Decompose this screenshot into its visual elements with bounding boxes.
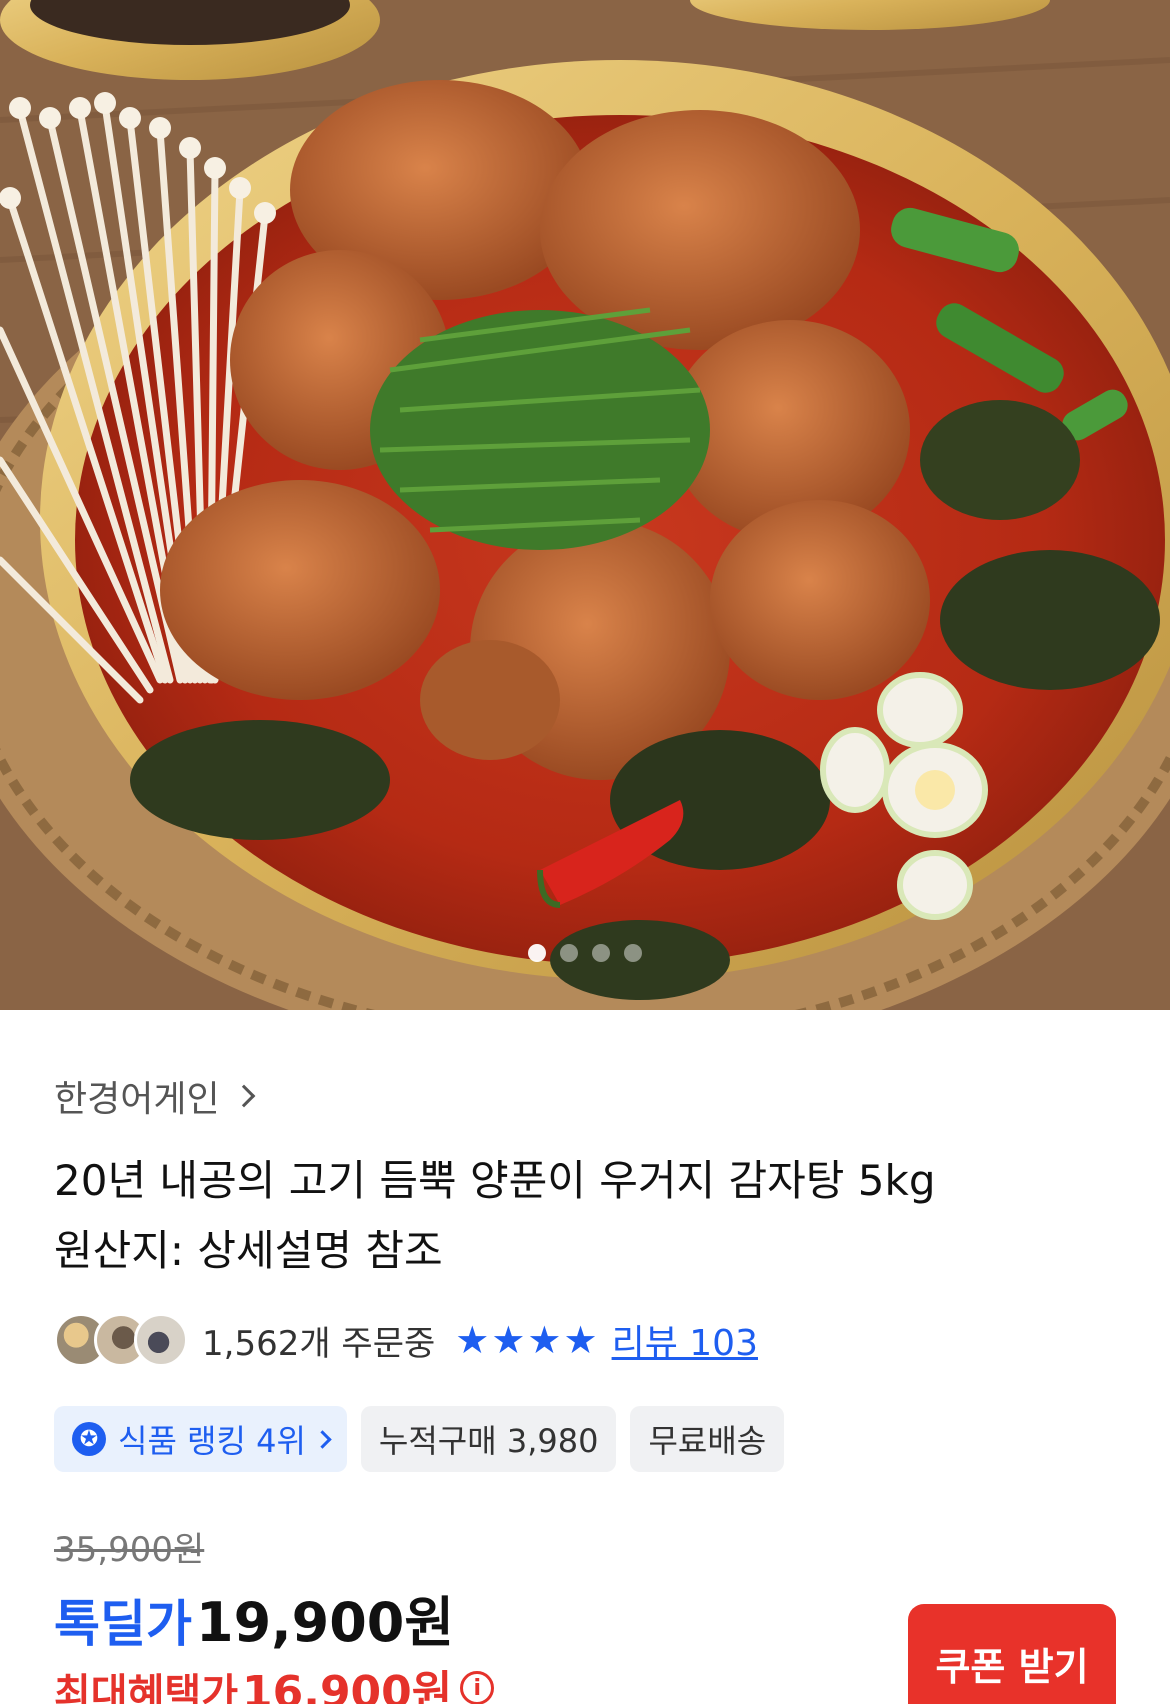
ranking-chip-label: 식품 랭킹 4위 (118, 1422, 306, 1460)
free-shipping-label: 무료배송 (648, 1422, 767, 1460)
max-benefit-label: 최대혜택가 (54, 1671, 238, 1704)
order-count: 1,562개 주문중 (202, 1323, 436, 1364)
star-icon: ★ (527, 1318, 562, 1362)
product-origin-line: 원산지: 상세설명 참조 (54, 1226, 443, 1275)
ranking-chip[interactable]: ✪ 식품 랭킹 4위 (54, 1406, 347, 1472)
product-title: 20년 내공의 고기 듬뿍 양푼이 우거지 감자탕 5kg 원산지: 상세설명 … (54, 1146, 1114, 1286)
product-info-panel: 한경어게인 20년 내공의 고기 듬뿍 양푼이 우거지 감자탕 5kg 원산지:… (0, 1010, 1170, 1704)
star-icon: ★ (455, 1318, 490, 1362)
ranking-badge-icon: ✪ (72, 1422, 106, 1456)
avatar (134, 1313, 188, 1367)
free-shipping-chip: 무료배송 (630, 1406, 785, 1472)
chevron-right-icon (313, 1429, 332, 1449)
carousel-dot[interactable] (560, 944, 578, 962)
social-proof-row: 1,562개 주문중 ★ ★ ★ ★ 리뷰 103 (54, 1310, 758, 1370)
cumulative-purchase-label: 누적구매 3,980 (378, 1422, 599, 1460)
review-link[interactable]: 리뷰 103 (612, 1314, 758, 1366)
max-benefit-row: 최대혜택가 16,900원 i (54, 1656, 495, 1704)
carousel-indicator[interactable] (0, 944, 1170, 962)
get-coupon-button[interactable]: 쿠폰 받기 (908, 1604, 1116, 1704)
cumulative-purchase-chip: 누적구매 3,980 (360, 1406, 617, 1472)
carousel-dot[interactable] (592, 944, 610, 962)
star-icon: ★ (491, 1318, 526, 1362)
star-icon: ★ (563, 1318, 598, 1362)
product-chips: ✪ 식품 랭킹 4위 누적구매 3,980 무료배송 (54, 1406, 785, 1472)
product-image[interactable] (0, 0, 1170, 1010)
deal-label: 톡딜가 (54, 1595, 192, 1653)
rating-stars: ★ ★ ★ ★ (455, 1321, 597, 1359)
gamjatang-photo (0, 0, 1170, 1010)
carousel-dot[interactable] (528, 944, 546, 962)
seller-link[interactable]: 한경어게인 (54, 1070, 255, 1122)
info-icon[interactable]: i (460, 1671, 495, 1704)
original-price: 35,900원 (54, 1530, 205, 1570)
product-title-line: 20년 내공의 고기 듬뿍 양푼이 우거지 감자탕 5kg (54, 1156, 936, 1205)
seller-name: 한경어게인 (54, 1079, 220, 1120)
buyer-avatars (54, 1313, 188, 1367)
deal-price: 19,900원 (196, 1591, 455, 1654)
max-benefit-price: 16,900원 (242, 1667, 453, 1704)
chevron-right-icon (232, 1084, 255, 1108)
deal-price-row: 톡딜가 19,900원 (54, 1578, 454, 1657)
carousel-dot[interactable] (624, 944, 642, 962)
